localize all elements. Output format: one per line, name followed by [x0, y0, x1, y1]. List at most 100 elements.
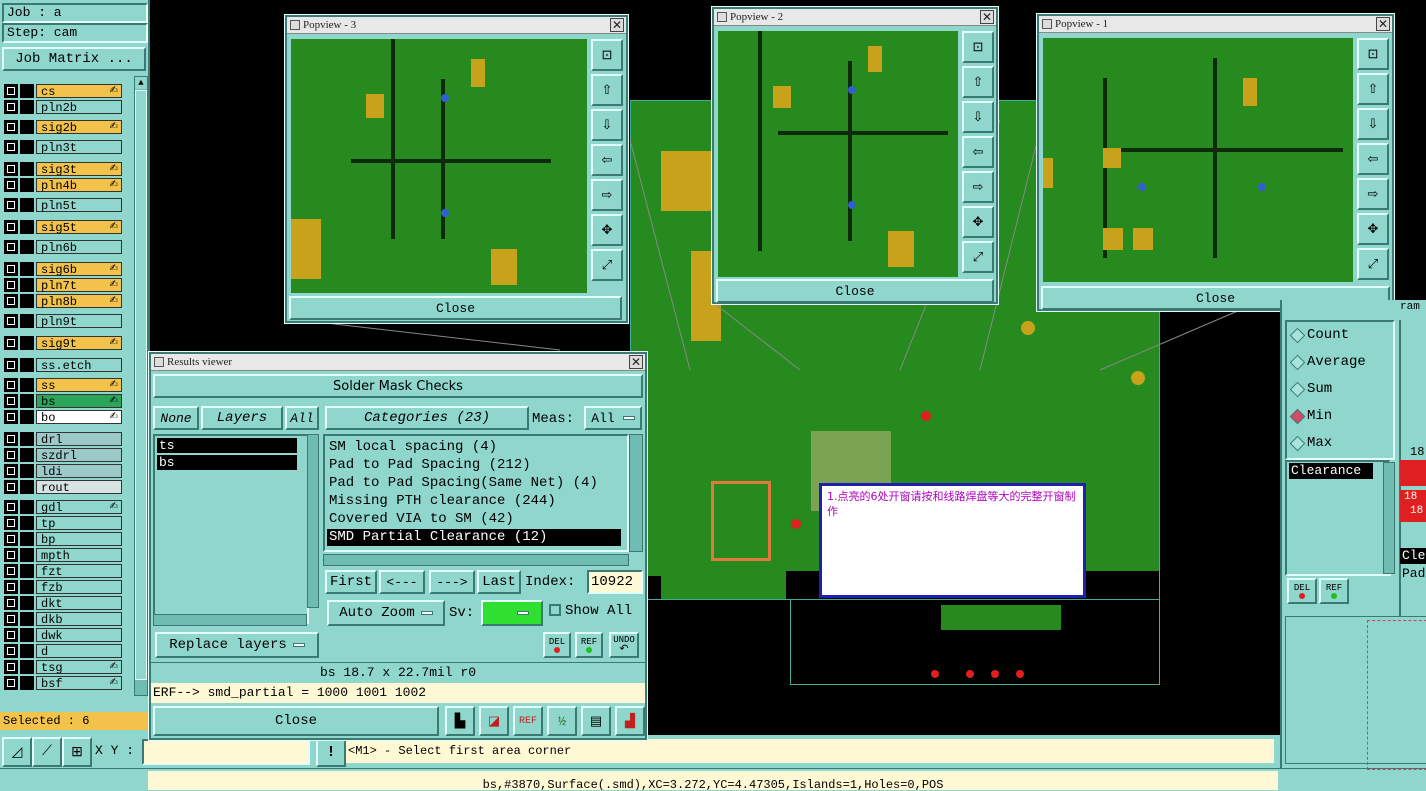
results-close-button[interactable]: Close — [153, 706, 439, 736]
replace-layers-button[interactable]: Replace layers — [155, 632, 319, 658]
chart-tool-icon[interactable]: ▙ — [445, 706, 475, 736]
option-min[interactable]: Min — [1289, 406, 1389, 426]
step-tool-icon[interactable]: ½ — [547, 706, 577, 736]
prev-button[interactable]: <--- — [379, 570, 425, 594]
layers-hscrollbar[interactable] — [153, 614, 307, 626]
zoom-out-icon[interactable]: ⤢ — [591, 249, 623, 281]
del-label: DEL — [548, 637, 566, 647]
pad — [888, 231, 914, 267]
close-icon[interactable]: ✕ — [1376, 17, 1390, 31]
zoom-in-icon[interactable]: ✥ — [962, 206, 994, 238]
next-button[interactable]: ---> — [429, 570, 475, 594]
histogram-tool-icon[interactable]: ▟ — [615, 706, 645, 736]
via — [1138, 183, 1146, 191]
close-icon[interactable]: ✕ — [980, 10, 994, 24]
pan-up-icon[interactable]: ⇧ — [962, 66, 994, 98]
pad — [1043, 158, 1053, 188]
clearance-item[interactable]: Clearance — [1289, 463, 1373, 479]
undo-button[interactable]: UNDO ↶ — [609, 632, 639, 658]
del-button[interactable]: DEL — [543, 632, 571, 658]
popview-3-close-button[interactable]: Close — [289, 296, 622, 320]
close-icon[interactable]: ✕ — [610, 18, 624, 32]
zoom-out-icon[interactable]: ⤢ — [1357, 248, 1389, 280]
pad — [366, 94, 384, 118]
zoom-in-icon[interactable]: ✥ — [591, 214, 623, 246]
categories-button[interactable]: Categories (23) — [325, 406, 529, 430]
pan-up-icon[interactable]: ⇧ — [1357, 73, 1389, 105]
close-icon[interactable]: ✕ — [629, 355, 643, 369]
layer-list-item-ts[interactable]: ts — [157, 438, 297, 453]
pan-right-icon[interactable]: ⇨ — [591, 179, 623, 211]
pad — [1243, 78, 1257, 106]
red-value-top: 18 — [1404, 491, 1418, 503]
category-item[interactable]: Missing PTH clearance (244) — [327, 493, 621, 510]
pan-up-icon[interactable]: ⇧ — [591, 74, 623, 106]
pan-left-icon[interactable]: ⇦ — [591, 144, 623, 176]
zoom-home-icon[interactable]: ⊡ — [1357, 38, 1389, 70]
replace-layers-label: Replace layers — [169, 637, 287, 653]
pan-down-icon[interactable]: ⇩ — [962, 101, 994, 133]
all-layers-button[interactable]: All — [285, 406, 319, 430]
pan-left-icon[interactable]: ⇦ — [1357, 143, 1389, 175]
pan-down-icon[interactable]: ⇩ — [591, 109, 623, 141]
popview-3-canvas[interactable] — [291, 39, 587, 293]
pan-left-icon[interactable]: ⇦ — [962, 136, 994, 168]
layer-list-item-bs[interactable]: bs — [157, 455, 297, 470]
option-sum[interactable]: Sum — [1289, 379, 1389, 399]
ref-tool-icon[interactable]: REF — [513, 706, 543, 736]
popview-3-title: Popview - 3 — [303, 19, 357, 31]
popview-3-titlebar: Popview - 3 ✕ — [287, 17, 626, 34]
right-ref-button[interactable]: REF — [1319, 578, 1349, 604]
value-18: 18 — [1410, 445, 1425, 459]
category-item[interactable]: Pad to Pad Spacing (212) — [327, 457, 621, 474]
red-dot-icon — [554, 647, 560, 653]
layers-scrollbar[interactable] — [307, 434, 319, 608]
zoom-in-icon[interactable]: ✥ — [1357, 213, 1389, 245]
window-icon — [154, 357, 164, 367]
report-tool-icon[interactable]: ▤ — [581, 706, 611, 736]
meas-dropdown[interactable]: All — [584, 406, 642, 430]
popview-2-title: Popview - 2 — [730, 11, 784, 23]
option-max[interactable]: Max — [1289, 433, 1389, 453]
index-value: 10922 — [591, 574, 634, 590]
popview-1-canvas[interactable] — [1043, 38, 1353, 282]
via — [441, 209, 449, 217]
popview-2-close-button[interactable]: Close — [716, 279, 994, 303]
zoom-home-icon[interactable]: ⊡ — [591, 39, 623, 71]
option-average[interactable]: Average — [1289, 352, 1389, 372]
categories-hscrollbar[interactable] — [323, 554, 629, 566]
via — [441, 94, 449, 102]
none-button[interactable]: None — [153, 406, 199, 430]
category-item[interactable]: SM local spacing (4) — [327, 439, 621, 456]
pad — [773, 86, 791, 108]
index-field[interactable]: 10922 — [587, 570, 643, 594]
first-button[interactable]: First — [325, 570, 377, 594]
sv-color-dropdown[interactable] — [481, 600, 543, 626]
pad — [491, 249, 517, 285]
flag-tool-icon[interactable]: ◪ — [479, 706, 509, 736]
category-item[interactable]: SMD Partial Clearance (12) — [327, 529, 621, 546]
zoom-out-icon[interactable]: ⤢ — [962, 241, 994, 273]
layers-button[interactable]: Layers — [201, 406, 283, 430]
ref-label: REF — [580, 637, 598, 647]
last-button[interactable]: Last — [477, 570, 521, 594]
pan-right-icon[interactable]: ⇨ — [962, 171, 994, 203]
category-item[interactable]: Pad to Pad Spacing(Same Net) (4) — [327, 475, 621, 492]
right-del-button[interactable]: DEL — [1287, 578, 1317, 604]
auto-zoom-dropdown[interactable]: Auto Zoom — [327, 600, 445, 626]
option-count[interactable]: Count — [1289, 325, 1389, 345]
popview-2-canvas[interactable] — [718, 31, 958, 277]
results-viewer-window: Results viewer ✕ Solder Mask Checks None … — [148, 351, 648, 741]
trace — [1213, 58, 1217, 258]
stat-list-scrollbar[interactable] — [1383, 462, 1395, 574]
categories-scrollbar[interactable] — [629, 434, 643, 552]
pan-right-icon[interactable]: ⇨ — [1357, 178, 1389, 210]
pad — [471, 59, 485, 87]
show-all-checkbox[interactable] — [549, 604, 561, 616]
ref-button[interactable]: REF — [575, 632, 603, 658]
pan-down-icon[interactable]: ⇩ — [1357, 108, 1389, 140]
index-label: Index: — [525, 574, 576, 590]
zoom-home-icon[interactable]: ⊡ — [962, 31, 994, 63]
info-text: bs 18.7 x 22.7mil r0 — [319, 665, 477, 680]
category-item[interactable]: Covered VIA to SM (42) — [327, 511, 621, 528]
